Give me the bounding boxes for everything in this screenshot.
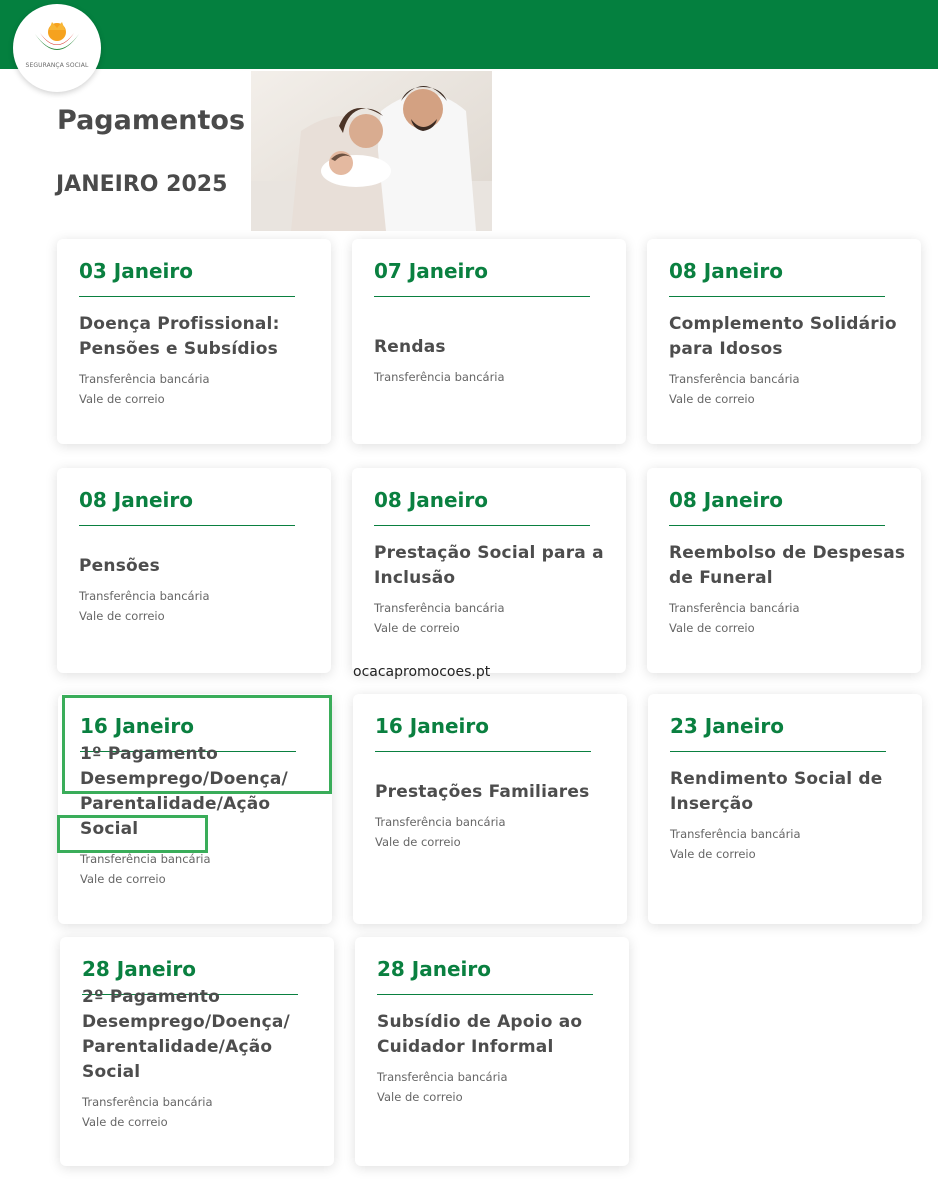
card-divider	[79, 525, 295, 526]
page-title: Pagamentos	[57, 105, 246, 136]
highlight-box	[62, 695, 332, 794]
payment-card: 03 Janeiro Doença Profissional: Pensões …	[57, 239, 331, 444]
payment-method: Vale de correio	[669, 621, 755, 635]
payment-method: Transferência bancária	[375, 814, 506, 829]
payment-date: 08 Janeiro	[669, 259, 783, 283]
payment-method: Transferência bancária	[669, 372, 800, 386]
payment-method: Transferência bancária	[670, 827, 801, 841]
payment-method: Transferência bancária	[377, 1070, 508, 1084]
payment-name: Rendimento Social de Inserção	[670, 769, 883, 814]
payment-method: Transferência bancária	[669, 601, 800, 615]
payment-method: Vale de correio	[79, 392, 165, 406]
card-divider	[375, 751, 591, 752]
payment-date: 07 Janeiro	[374, 259, 488, 283]
card-divider	[374, 296, 590, 297]
payment-date: 28 Janeiro	[377, 957, 491, 981]
payment-date: 08 Janeiro	[79, 488, 193, 512]
card-divider	[669, 525, 885, 526]
payment-date: 08 Janeiro	[669, 488, 783, 512]
payment-method: Vale de correio	[82, 1115, 168, 1129]
payment-name: Subsídio de Apoio ao Cuidador Informal	[377, 1012, 583, 1057]
card-divider	[670, 751, 886, 752]
card-divider	[377, 994, 593, 995]
payment-method: Vale de correio	[669, 392, 755, 406]
payment-card: 23 Janeiro Rendimento Social de Inserção…	[648, 694, 922, 924]
payment-name: 2º Pagamento Desemprego/Doença/ Parental…	[82, 987, 290, 1082]
payment-method: Vale de correio	[377, 1090, 463, 1104]
payment-name: Complemento Solidário para Idosos	[669, 314, 897, 359]
seguranca-social-logo[interactable]: SEGURANÇA SOCIAL	[13, 4, 101, 92]
payment-method: Vale de correio	[375, 834, 461, 849]
payment-name: Rendas	[374, 336, 446, 357]
card-divider	[669, 296, 885, 297]
payment-name: Prestações Familiares	[375, 781, 590, 802]
payment-card: 08 Janeiro Prestação Social para a Inclu…	[352, 468, 626, 673]
payment-method: Vale de correio	[80, 872, 166, 886]
payment-date: 16 Janeiro	[375, 714, 489, 738]
payment-card: 08 Janeiro Pensões Transferência bancári…	[57, 468, 331, 673]
family-photo	[251, 71, 492, 231]
payment-card: 28 Janeiro Subsídio de Apoio ao Cuidador…	[355, 937, 629, 1166]
payment-method: Vale de correio	[670, 847, 756, 861]
payment-date: 03 Janeiro	[79, 259, 193, 283]
payment-name: Prestação Social para a Inclusão	[374, 543, 604, 588]
logo-text: SEGURANÇA SOCIAL	[25, 62, 89, 69]
payment-name: Reembolso de Despesas de Funeral	[669, 543, 906, 588]
payment-method: Transferência bancária	[79, 588, 210, 603]
payment-date: 08 Janeiro	[374, 488, 488, 512]
payment-method: Transferência bancária	[79, 372, 210, 386]
payment-method: Transferência bancária	[374, 369, 505, 384]
payment-card: 08 Janeiro Reembolso de Despesas de Fune…	[647, 468, 921, 673]
top-bar	[0, 0, 938, 69]
payment-card: 08 Janeiro Complemento Solidário para Id…	[647, 239, 921, 444]
payment-method: Vale de correio	[79, 608, 165, 623]
seguranca-social-logo-icon	[35, 22, 79, 50]
payment-method: Vale de correio	[374, 621, 460, 635]
month-title: JANEIRO 2025	[56, 172, 228, 197]
highlight-box	[57, 815, 208, 853]
payment-date: 28 Janeiro	[82, 957, 196, 981]
card-divider	[374, 525, 590, 526]
payment-date: 23 Janeiro	[670, 714, 784, 738]
payment-name: Pensões	[79, 555, 160, 576]
payment-name: Doença Profissional: Pensões e Subsídios	[79, 314, 280, 359]
watermark-text: ocacapromocoes.pt	[353, 664, 491, 680]
payment-method: Transferência bancária	[374, 601, 505, 615]
payment-card: 07 Janeiro Rendas Transferência bancária	[352, 239, 626, 444]
card-divider	[79, 296, 295, 297]
payment-card: 16 Janeiro Prestações Familiares Transfe…	[353, 694, 627, 924]
payment-method: Transferência bancária	[82, 1095, 213, 1109]
payment-card: 28 Janeiro 2º Pagamento Desemprego/Doenç…	[60, 937, 334, 1166]
